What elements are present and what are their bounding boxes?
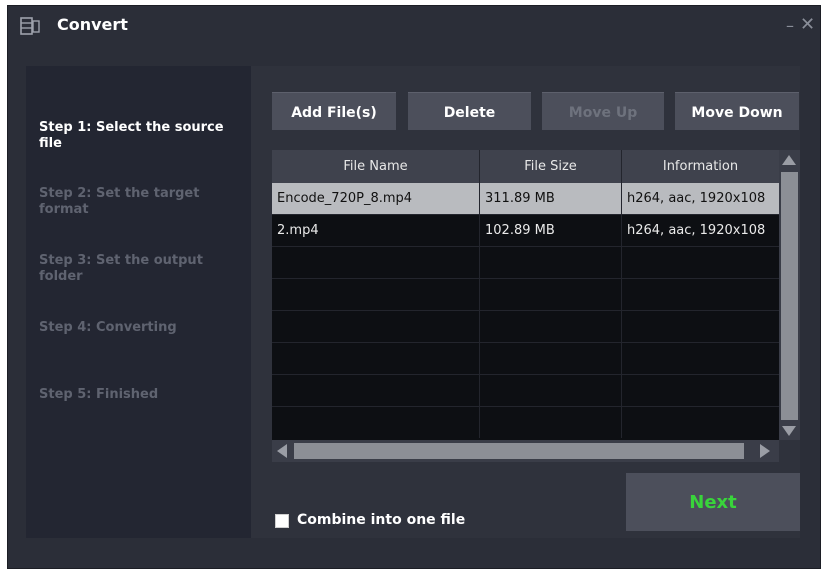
empty-cell [480,343,622,374]
horizontal-scroll-thumb[interactable] [294,443,744,459]
next-button[interactable]: Next [626,473,800,531]
minimize-icon[interactable]: – [786,16,794,35]
add-files-button[interactable]: Add File(s) [272,92,396,130]
empty-cell [272,343,480,374]
table-header: File Name File Size Information [272,150,779,183]
empty-cell [272,279,480,310]
table-row[interactable]: Encode_720P_8.mp4 311.89 MB h264, aac, 1… [272,183,779,215]
file-name-cell: 2.mp4 [272,215,480,246]
step-4-label: Step 4: Converting [39,320,177,335]
file-table: File Name File Size Information Encode_7… [272,150,779,440]
scroll-up-arrow-icon[interactable] [782,155,796,165]
vertical-scrollbar[interactable] [779,150,800,440]
combine-label: Combine into one file [297,512,466,528]
column-header-information[interactable]: Information [622,150,779,183]
empty-cell [480,375,622,406]
horizontal-scrollbar[interactable] [272,440,779,462]
information-cell: h264, aac, 1920x108 [627,223,766,238]
step-2-label: Step 2: Set the target format [39,186,200,217]
vertical-scroll-thumb[interactable] [781,172,798,420]
empty-cell [480,279,622,310]
step-3-label: Step 3: Set the output folder [39,253,203,284]
column-header-file-size[interactable]: File Size [480,150,622,183]
step-1-label: Step 1: Select the source file [39,120,224,151]
empty-cell [272,375,480,406]
move-up-button[interactable]: Move Up [542,92,664,130]
scroll-left-arrow-icon[interactable] [277,444,287,458]
combine-checkbox[interactable] [275,514,289,528]
delete-button[interactable]: Delete [408,92,531,130]
empty-cell [272,311,480,342]
scroll-down-arrow-icon[interactable] [782,426,796,436]
empty-row [272,247,779,279]
close-icon[interactable]: ✕ [800,14,815,35]
empty-row [272,343,779,375]
empty-cell [480,311,622,342]
file-size-cell: 311.89 MB [480,183,622,214]
app-icon [20,17,40,35]
empty-cell [272,247,480,278]
empty-row [272,311,779,343]
empty-cell [480,407,622,438]
empty-cell [480,247,622,278]
move-down-button[interactable]: Move Down [675,92,799,130]
table-row[interactable]: 2.mp4 102.89 MB h264, aac, 1920x108 [272,215,779,247]
empty-row [272,375,779,407]
information-cell: h264, aac, 1920x108 [627,191,766,206]
scroll-right-arrow-icon[interactable] [760,444,770,458]
empty-cell [272,407,480,438]
file-size-cell: 102.89 MB [480,215,622,246]
step-5-label: Step 5: Finished [39,387,159,402]
window-title: Convert [57,15,128,34]
file-name-cell: Encode_720P_8.mp4 [272,183,480,214]
steps-sidebar: Step 1: Select the source file Step 2: S… [26,66,251,538]
empty-row [272,279,779,311]
empty-row [272,407,779,439]
column-header-file-name[interactable]: File Name [272,150,480,183]
title-bar: Convert – ✕ [8,6,820,46]
